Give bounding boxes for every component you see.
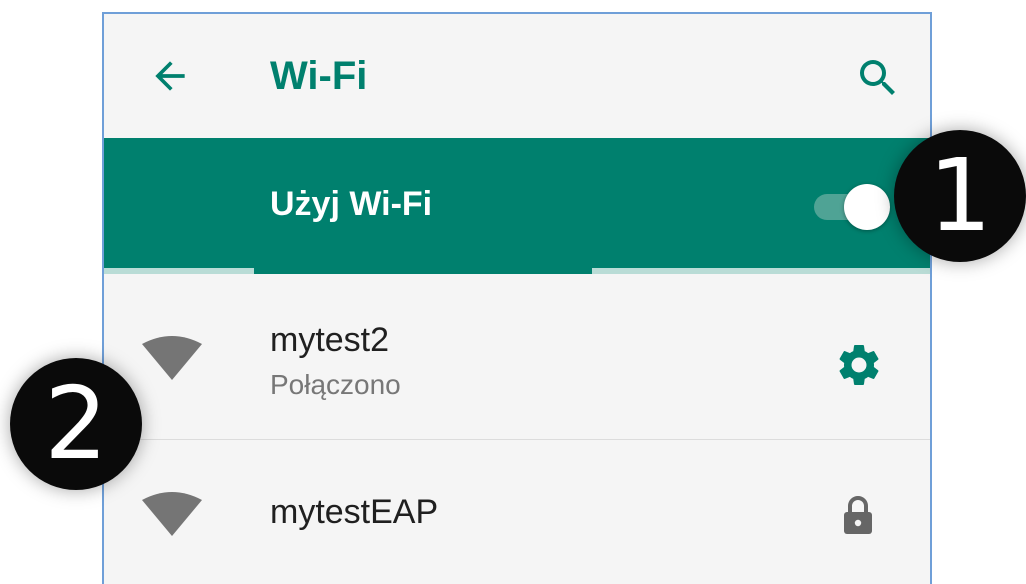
search-icon[interactable]	[854, 54, 902, 102]
wifi-settings-screen: Wi-Fi Użyj Wi-Fi mytest2 Połączono mytes…	[102, 12, 932, 584]
page-title: Wi-Fi	[270, 54, 368, 98]
gear-icon[interactable]	[834, 340, 884, 390]
app-bar: Wi-Fi	[104, 14, 930, 138]
callout-badge-1: 1	[894, 130, 1026, 262]
wifi-signal-icon	[142, 336, 202, 380]
callout-badge-2: 2	[10, 358, 142, 490]
network-name: mytest2	[270, 321, 390, 359]
arrow-left-icon[interactable]	[148, 54, 192, 98]
wifi-toggle[interactable]	[810, 184, 890, 230]
network-status: Połączono	[270, 369, 401, 400]
wifi-master-switch-bar[interactable]: Użyj Wi-Fi	[104, 138, 930, 272]
use-wifi-label: Użyj Wi-Fi	[270, 185, 433, 223]
toggle-thumb	[844, 184, 890, 230]
network-item-mytest2[interactable]: mytest2 Połączono	[104, 274, 930, 440]
lock-icon	[844, 496, 872, 534]
network-item-mytesteap[interactable]: mytestEAP	[104, 440, 930, 584]
wifi-signal-icon	[142, 492, 202, 536]
network-name: mytestEAP	[270, 493, 439, 531]
